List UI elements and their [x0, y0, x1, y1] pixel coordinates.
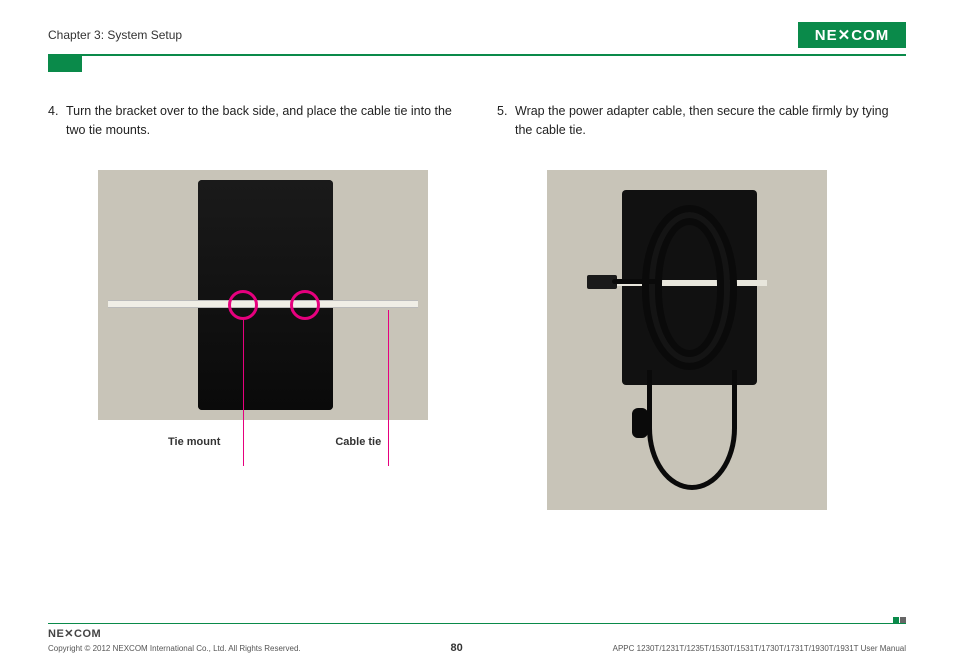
annotation-circle-tie-mount-1: [228, 290, 258, 320]
page-number: 80: [451, 642, 463, 654]
figure-right: [547, 170, 906, 510]
annotation-circle-tie-mount-2: [290, 290, 320, 320]
footer-rule: [48, 623, 906, 624]
step-4: 4. Turn the bracket over to the back sid…: [48, 102, 457, 140]
figure-left: Tie mount Cable tie: [98, 170, 457, 451]
ferrite-bead: [632, 408, 648, 438]
green-tab: [48, 56, 82, 72]
header-rule: [48, 54, 906, 56]
step-5-text: Wrap the power adapter cable, then secur…: [515, 102, 906, 140]
footer: NE✕COM Copyright © 2012 NEXCOM Internati…: [48, 623, 906, 654]
nexcom-logo-top: NE✕COM: [798, 22, 906, 48]
manual-title: APPC 1230T/1231T/1235T/1530T/1531T/1730T…: [613, 644, 906, 653]
step-5: 5. Wrap the power adapter cable, then se…: [497, 102, 906, 140]
chapter-title: Chapter 3: System Setup: [48, 28, 182, 42]
footer-square-icon: [893, 617, 906, 623]
cable-coil: [642, 205, 737, 370]
label-cable-tie: Cable tie: [335, 434, 381, 451]
step-5-number: 5.: [497, 102, 515, 140]
cable-plug: [587, 275, 617, 289]
step-4-text: Turn the bracket over to the back side, …: [66, 102, 457, 140]
left-column: 4. Turn the bracket over to the back sid…: [48, 102, 457, 510]
copyright-text: Copyright © 2012 NEXCOM International Co…: [48, 644, 301, 653]
label-tie-mount: Tie mount: [168, 434, 220, 451]
leader-line-tie-mount: [243, 320, 244, 466]
photo-wrapped-cable: [547, 170, 827, 510]
cable-tie-strip: [108, 300, 418, 308]
photo-bracket-back: [98, 170, 428, 420]
step-4-number: 4.: [48, 102, 66, 140]
leader-line-cable-tie: [388, 310, 389, 466]
right-column: 5. Wrap the power adapter cable, then se…: [497, 102, 906, 510]
nexcom-logo-bottom: NE✕COM: [48, 627, 906, 640]
logo-text: NE✕COM: [815, 26, 889, 44]
cable-loop: [647, 370, 737, 490]
